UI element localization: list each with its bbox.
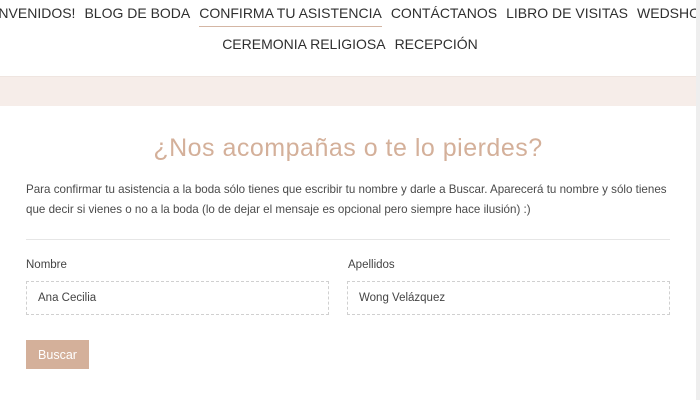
- nombre-label: Nombre: [26, 259, 67, 271]
- apellidos-input[interactable]: [347, 281, 670, 315]
- nav-item-wedshoots[interactable]: WEDSHOOTS: [637, 4, 700, 22]
- nav-item-recepcion[interactable]: RECEPCIÓN: [395, 35, 478, 53]
- nav-item-bienvenidos[interactable]: ¡BIENVENIDOS!: [0, 4, 75, 22]
- apellidos-label: Apellidos: [348, 259, 395, 271]
- nav-item-blog-de-boda[interactable]: BLOG DE BODA: [84, 4, 190, 22]
- nav-item-libro-de-visitas[interactable]: LIBRO DE VISITAS: [506, 4, 628, 22]
- scrollbar-track[interactable]: [696, 0, 700, 400]
- intro-text: Para confirmar tu asistencia a la boda s…: [26, 183, 667, 216]
- nav-item-contactanos[interactable]: CONTÁCTANOS: [391, 4, 497, 22]
- rsvp-section: ¿Nos acompañas o te lo pierdes? Para con…: [0, 106, 696, 400]
- nombre-input[interactable]: [26, 281, 329, 315]
- top-navigation: ¡BIENVENIDOS! BLOG DE BODA CONFIRMA TU A…: [0, 0, 700, 76]
- header-band: [0, 76, 700, 107]
- nav-item-confirma-tu-asistencia[interactable]: CONFIRMA TU ASISTENCIA: [199, 4, 382, 27]
- nav-item-ceremonia-religiosa[interactable]: CEREMONIA RELIGIOSA: [222, 35, 385, 53]
- nav-row-primary: ¡BIENVENIDOS! BLOG DE BODA CONFIRMA TU A…: [0, 4, 700, 27]
- nav-row-secondary: CEREMONIA RELIGIOSA RECEPCIÓN: [0, 35, 700, 53]
- buscar-button[interactable]: Buscar: [26, 340, 89, 369]
- page-title: ¿Nos acompañas o te lo pierdes?: [153, 134, 543, 162]
- section-divider: [26, 239, 670, 240]
